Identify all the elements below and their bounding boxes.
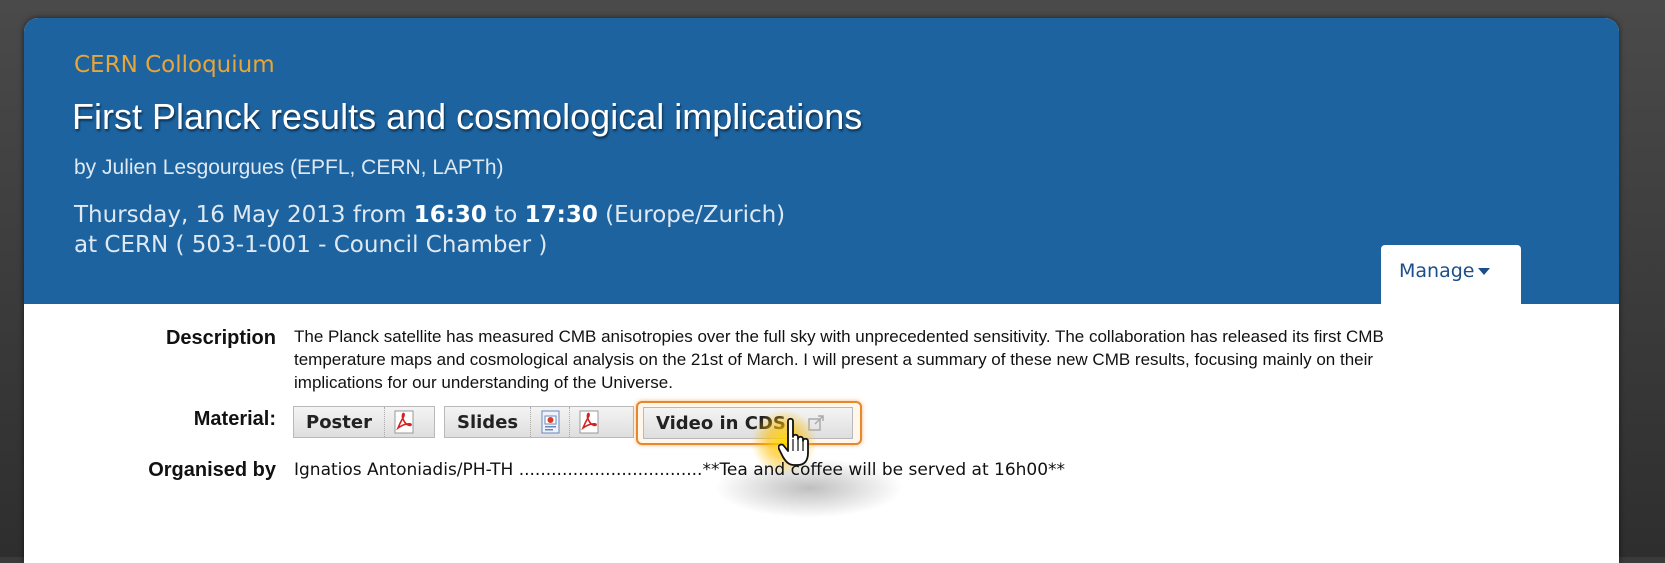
material-slides-label[interactable]: Slides (445, 407, 530, 437)
caret-down-icon (1478, 268, 1491, 275)
video-highlight: Video in CDS (636, 401, 862, 445)
pdf-icon[interactable] (383, 407, 423, 437)
event-header: CERN Colloquium First Planck results and… (24, 18, 1619, 304)
event-location: at CERN ( 503-1-001 - Council Chamber ) (74, 232, 548, 258)
organised-by-label: Organised by (148, 459, 276, 481)
event-date: Thursday, 16 May 2013 from (74, 202, 414, 228)
event-timezone: (Europe/Zurich) (597, 202, 786, 228)
material-poster-label[interactable]: Poster (294, 407, 384, 437)
event-to: to (486, 202, 525, 228)
manage-menu-button[interactable]: Manage (1381, 245, 1521, 304)
material-slides[interactable]: Slides (444, 406, 634, 438)
material-label: Material: (193, 408, 276, 430)
event-end-time: 17:30 (524, 202, 598, 228)
ppt-icon[interactable] (530, 407, 569, 437)
description-text: The Planck satellite has measured CMB an… (294, 327, 1384, 392)
event-start-time: 16:30 (413, 202, 487, 228)
material-video-in-cds[interactable]: Video in CDS (643, 407, 853, 439)
event-speaker: by Julien Lesgourgues (EPFL, CERN, LAPTh… (74, 156, 504, 179)
manage-label: Manage (1399, 260, 1475, 282)
event-card: CERN Colloquium First Planck results and… (24, 18, 1619, 563)
event-datetime: Thursday, 16 May 2013 from 16:30 to 17:3… (74, 200, 785, 260)
organised-by-text: Ignatios Antoniadis/PH-TH ..............… (294, 460, 1066, 480)
event-title: First Planck results and cosmological im… (72, 96, 863, 137)
pdf-icon[interactable] (569, 407, 608, 437)
event-category[interactable]: CERN Colloquium (74, 52, 275, 78)
description-label: Description (165, 327, 276, 349)
material-poster[interactable]: Poster (293, 406, 435, 438)
